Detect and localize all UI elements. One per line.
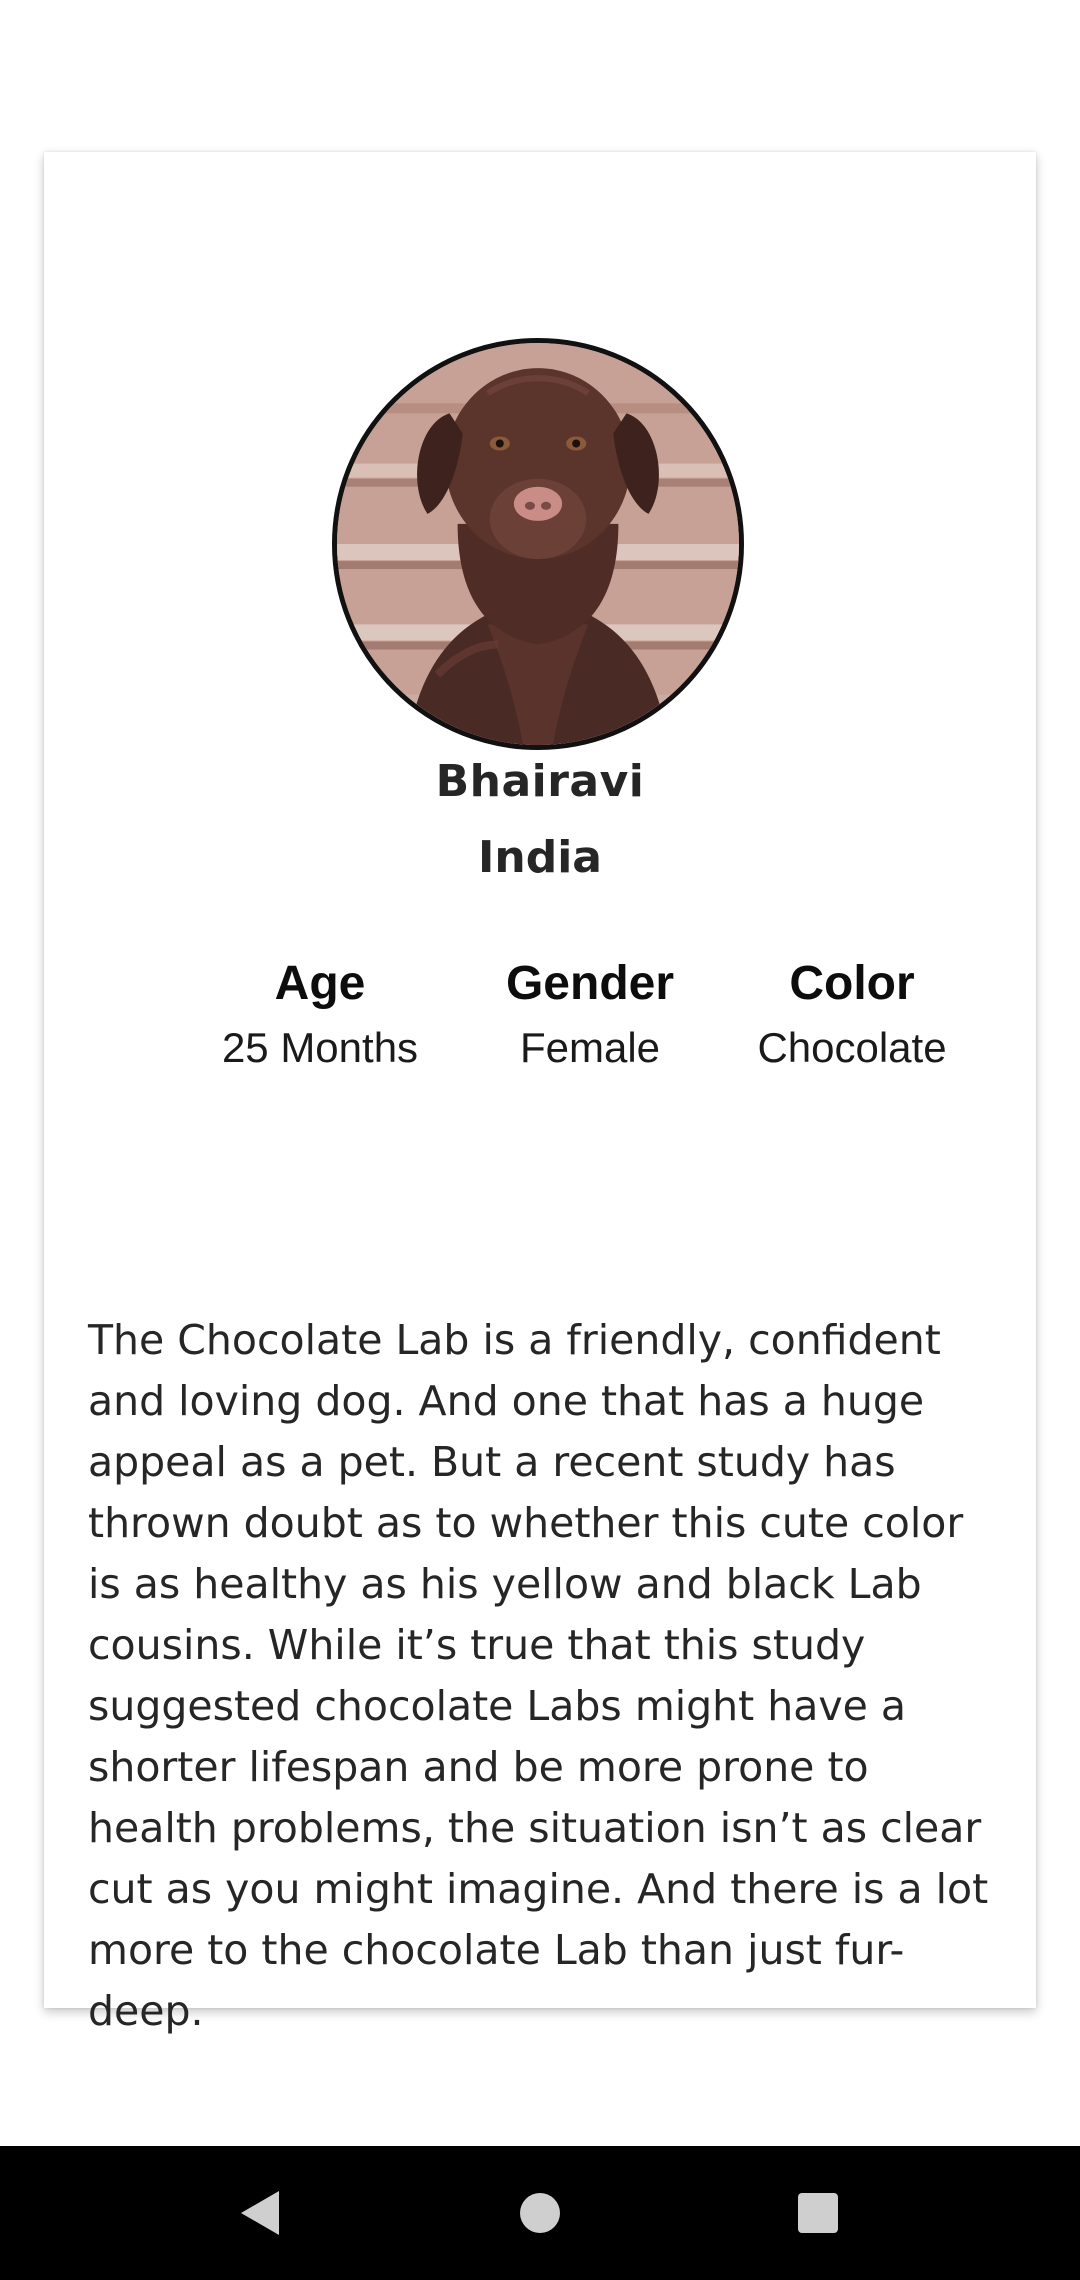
dog-photo bbox=[337, 343, 739, 745]
pet-description: The Chocolate Lab is a friendly, confide… bbox=[88, 1316, 989, 2035]
stat-age-label: Age bbox=[274, 957, 366, 1010]
back-triangle-icon bbox=[241, 2191, 279, 2235]
recents-square-icon bbox=[798, 2193, 838, 2233]
home-circle-icon bbox=[520, 2193, 560, 2233]
stat-color-value: Chocolate bbox=[757, 1024, 947, 1071]
nav-back-button[interactable] bbox=[190, 2146, 330, 2280]
stat-color-label: Color bbox=[789, 957, 915, 1010]
nav-recents-button[interactable] bbox=[748, 2146, 888, 2280]
stat-age-value: 25 Months bbox=[221, 1024, 419, 1071]
stat-gender-value: Female bbox=[519, 1024, 661, 1071]
stat-age: Age 25 Months bbox=[190, 954, 450, 1078]
pet-avatar bbox=[332, 338, 744, 750]
stat-gender-label: Gender bbox=[505, 957, 675, 1010]
stat-color: Color Chocolate bbox=[722, 954, 982, 1078]
stat-gender: Gender Female bbox=[460, 954, 720, 1078]
pet-country: India bbox=[478, 832, 602, 883]
system-navigation-bar bbox=[0, 2146, 1080, 2280]
nav-home-button[interactable] bbox=[470, 2146, 610, 2280]
pet-name: Bhairavi bbox=[435, 756, 645, 807]
pet-profile-card: Bhairavi India Age 25 Months Gender Fema… bbox=[44, 152, 1036, 2035]
